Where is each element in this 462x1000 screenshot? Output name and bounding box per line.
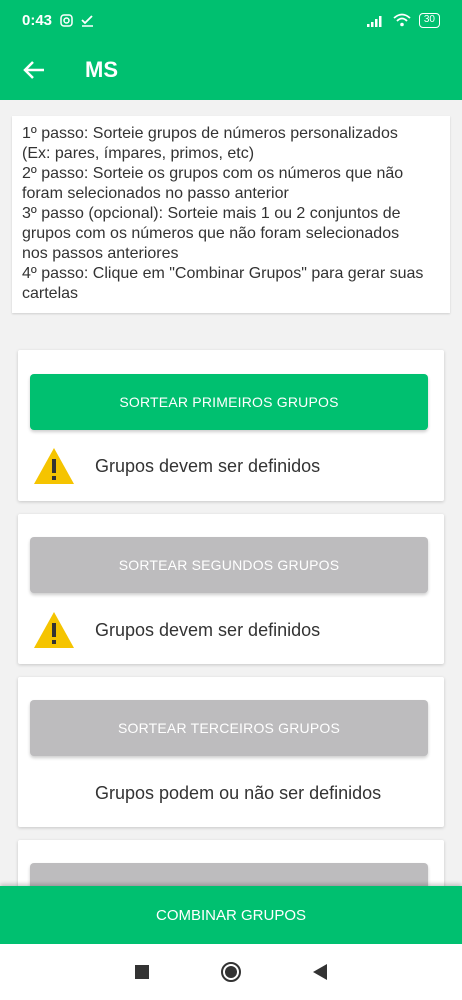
step-card-second: SORTEAR SEGUNDOS GRUPOS Grupos devem ser… (18, 514, 444, 664)
instruction-line: grupos com os números que não foram sele… (22, 225, 400, 242)
battery-indicator: 30 (418, 12, 440, 28)
status-bar: 0:43 30 (0, 0, 462, 40)
step-status: Grupos podem ou não ser definidos (18, 773, 444, 813)
instructions-section: 1º passo: Sorteie grupos de números pers… (0, 100, 462, 316)
navigation-bar (0, 944, 462, 1000)
step-card-third: SORTEAR TERCEIROS GRUPOS Grupos podem ou… (18, 677, 444, 827)
instagram-icon (60, 13, 73, 27)
home-circle-icon[interactable] (220, 961, 242, 983)
arrow-left-icon (23, 61, 44, 79)
warning-icon (34, 448, 74, 484)
signal-icon (366, 15, 382, 27)
instruction-line: 3º passo (opcional): Sorteie mais 1 ou 2… (22, 205, 401, 222)
app-bar: MS (0, 40, 462, 100)
step-card-first: SORTEAR PRIMEIROS GRUPOS Grupos devem se… (18, 350, 444, 501)
warning-icon (34, 612, 74, 648)
step-status-text: Grupos devem ser definidos (95, 619, 321, 640)
step-status-text: Grupos podem ou não ser definidos (95, 782, 382, 803)
instruction-line: (Ex: pares, ímpares, primos, etc) (22, 145, 255, 162)
combine-groups-button[interactable]: COMBINAR GRUPOS (0, 886, 462, 944)
step-status-text: Grupos devem ser definidos (95, 455, 321, 476)
step-status: Grupos devem ser definidos (18, 446, 444, 486)
step-status: Grupos devem ser definidos (18, 610, 444, 650)
page-title: MS (85, 57, 118, 82)
draw-second-groups-button[interactable]: SORTEAR SEGUNDOS GRUPOS (30, 537, 428, 593)
instructions-card: 1º passo: Sorteie grupos de números pers… (12, 116, 450, 313)
instruction-line: foram selecionados no passo anterior (22, 185, 289, 202)
draw-first-groups-button[interactable]: SORTEAR PRIMEIROS GRUPOS (30, 374, 428, 430)
check-download-icon (81, 14, 94, 27)
status-time: 0:43 (22, 11, 53, 29)
recents-square-icon[interactable] (135, 965, 150, 979)
instruction-line: 2º passo: Sorteie os grupos com os númer… (22, 165, 404, 182)
back-triangle-icon[interactable] (312, 964, 327, 980)
instruction-line: 1º passo: Sorteie grupos de números pers… (22, 125, 398, 142)
back-button[interactable] (14, 50, 54, 90)
instruction-line: nos passos anteriores (22, 245, 179, 262)
draw-third-groups-button[interactable]: SORTEAR TERCEIROS GRUPOS (30, 700, 428, 756)
instruction-line: cartelas (22, 285, 79, 302)
instruction-line: 4º passo: Clique em "Combinar Grupos" pa… (22, 265, 424, 282)
wifi-icon (393, 13, 411, 27)
